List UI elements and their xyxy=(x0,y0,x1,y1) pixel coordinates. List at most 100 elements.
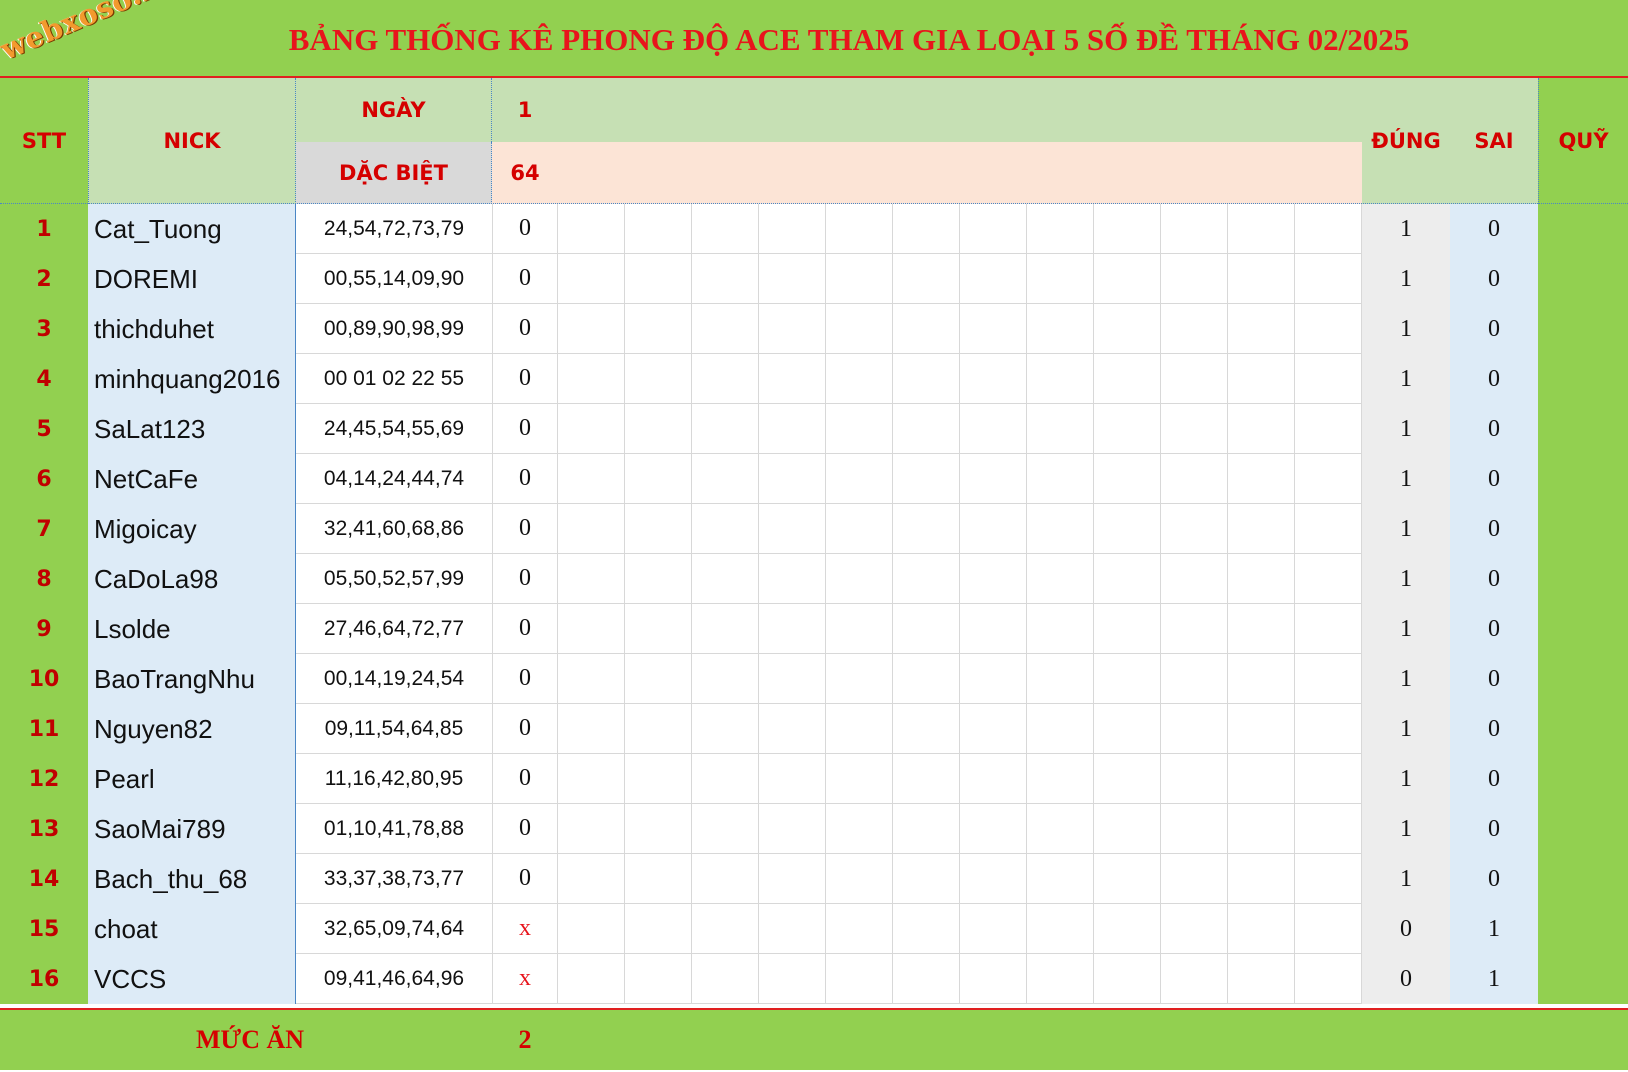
row-day-cell-empty xyxy=(960,654,1027,704)
row-dung: 1 xyxy=(1362,504,1450,554)
row-quy xyxy=(1538,604,1628,654)
row-day-cell-empty xyxy=(1295,204,1362,254)
row-day-cell-empty xyxy=(625,654,692,704)
row-nick: SaoMai789 xyxy=(88,804,296,854)
row-day-cell-empty xyxy=(960,754,1027,804)
row-numbers: 00,55,14,09,90 xyxy=(296,254,492,304)
row-day-cell-empty xyxy=(1027,754,1094,804)
row-day-cell-empty xyxy=(625,204,692,254)
row-day-cell-empty xyxy=(1228,254,1295,304)
row-day-cell-empty xyxy=(692,704,759,754)
row-sai: 1 xyxy=(1450,954,1538,1004)
row-day-cell-empty xyxy=(1228,954,1295,1004)
row-day-cell-empty xyxy=(893,504,960,554)
row-sai: 0 xyxy=(1450,604,1538,654)
row-dung: 1 xyxy=(1362,404,1450,454)
row-day-cell-empty xyxy=(1228,654,1295,704)
row-day-cell-empty xyxy=(893,354,960,404)
row-day-cell-empty xyxy=(558,454,625,504)
row-day-cell-empty xyxy=(1094,354,1161,404)
row-day-cell-empty xyxy=(826,954,893,1004)
row-day-cell-empty xyxy=(960,404,1027,454)
row-day-cell-empty xyxy=(1094,754,1161,804)
row-numbers: 00,89,90,98,99 xyxy=(296,304,492,354)
row-day-cell-empty xyxy=(1161,854,1228,904)
row-day-1-result: 0 xyxy=(492,654,558,704)
row-day-cell-empty xyxy=(759,754,826,804)
row-numbers: 01,10,41,78,88 xyxy=(296,804,492,854)
row-day-cell-empty xyxy=(558,554,625,604)
row-nick: Pearl xyxy=(88,754,296,804)
row-day-cell-empty xyxy=(558,954,625,1004)
row-sai: 0 xyxy=(1450,254,1538,304)
row-numbers: 00,14,19,24,54 xyxy=(296,654,492,704)
row-day-cell-empty xyxy=(826,204,893,254)
row-sai: 0 xyxy=(1450,654,1538,704)
stats-sheet: BẢNG THỐNG KÊ PHONG ĐỘ ACE THAM GIA LOẠI… xyxy=(0,0,1628,1070)
row-day-cell-empty xyxy=(826,804,893,854)
row-day-cell-empty xyxy=(625,454,692,504)
row-numbers: 24,54,72,73,79 xyxy=(296,204,492,254)
row-stt: 15 xyxy=(0,904,88,954)
row-day-cell-empty xyxy=(1094,604,1161,654)
row-day-cell-empty xyxy=(1094,904,1161,954)
row-day-cell-empty xyxy=(759,554,826,604)
row-day-cell-empty xyxy=(1295,704,1362,754)
row-stt: 9 xyxy=(0,604,88,654)
row-day-cell-empty xyxy=(826,254,893,304)
row-numbers: 11,16,42,80,95 xyxy=(296,754,492,804)
row-day-cell-empty xyxy=(625,904,692,954)
row-sai: 0 xyxy=(1450,354,1538,404)
row-day-cell-empty xyxy=(893,454,960,504)
row-day-cell-empty xyxy=(960,354,1027,404)
row-day-cell-empty xyxy=(759,704,826,754)
row-day-cell-empty xyxy=(893,904,960,954)
row-day-cell-empty xyxy=(692,554,759,604)
row-day-cell-empty xyxy=(1228,554,1295,604)
row-sai: 0 xyxy=(1450,454,1538,504)
row-day-cell-empty xyxy=(826,404,893,454)
row-day-cell-empty xyxy=(960,604,1027,654)
row-day-cell-empty xyxy=(960,204,1027,254)
row-day-cell-empty xyxy=(893,854,960,904)
row-day-cell-empty xyxy=(1295,854,1362,904)
row-day-cell-empty xyxy=(1161,954,1228,1004)
row-day-cell-empty xyxy=(893,604,960,654)
row-dung: 1 xyxy=(1362,704,1450,754)
row-day-cell-empty xyxy=(1161,754,1228,804)
row-day-1-result: 0 xyxy=(492,554,558,604)
row-quy xyxy=(1538,854,1628,904)
row-day-cell-empty xyxy=(759,854,826,904)
row-day-cell-empty xyxy=(826,654,893,704)
row-day-cell-empty xyxy=(1094,654,1161,704)
row-day-1-result: 0 xyxy=(492,754,558,804)
row-dung: 1 xyxy=(1362,454,1450,504)
row-dung: 1 xyxy=(1362,554,1450,604)
row-nick: Nguyen82 xyxy=(88,704,296,754)
row-numbers: 32,41,60,68,86 xyxy=(296,504,492,554)
row-day-1-result: x xyxy=(492,954,558,1004)
row-day-cell-empty xyxy=(960,454,1027,504)
row-day-cell-empty xyxy=(692,404,759,454)
row-day-cell-empty xyxy=(1027,954,1094,1004)
row-day-cell-empty xyxy=(1027,304,1094,354)
special-row-band xyxy=(492,142,1362,204)
row-day-cell-empty xyxy=(1161,404,1228,454)
row-day-cell-empty xyxy=(625,704,692,754)
header-quy: QUỸ xyxy=(1538,78,1628,204)
row-numbers: 24,45,54,55,69 xyxy=(296,404,492,454)
row-day-cell-empty xyxy=(625,304,692,354)
row-day-cell-empty xyxy=(1161,304,1228,354)
row-numbers: 05,50,52,57,99 xyxy=(296,554,492,604)
row-day-cell-empty xyxy=(558,304,625,354)
row-day-cell-empty xyxy=(1027,704,1094,754)
row-day-cell-empty xyxy=(1295,604,1362,654)
row-quy xyxy=(1538,354,1628,404)
row-stt: 6 xyxy=(0,454,88,504)
row-day-cell-empty xyxy=(893,954,960,1004)
row-nick: DOREMI xyxy=(88,254,296,304)
row-quy xyxy=(1538,804,1628,854)
row-numbers: 09,41,46,64,96 xyxy=(296,954,492,1004)
row-day-cell-empty xyxy=(1295,304,1362,354)
row-day-cell-empty xyxy=(1027,204,1094,254)
